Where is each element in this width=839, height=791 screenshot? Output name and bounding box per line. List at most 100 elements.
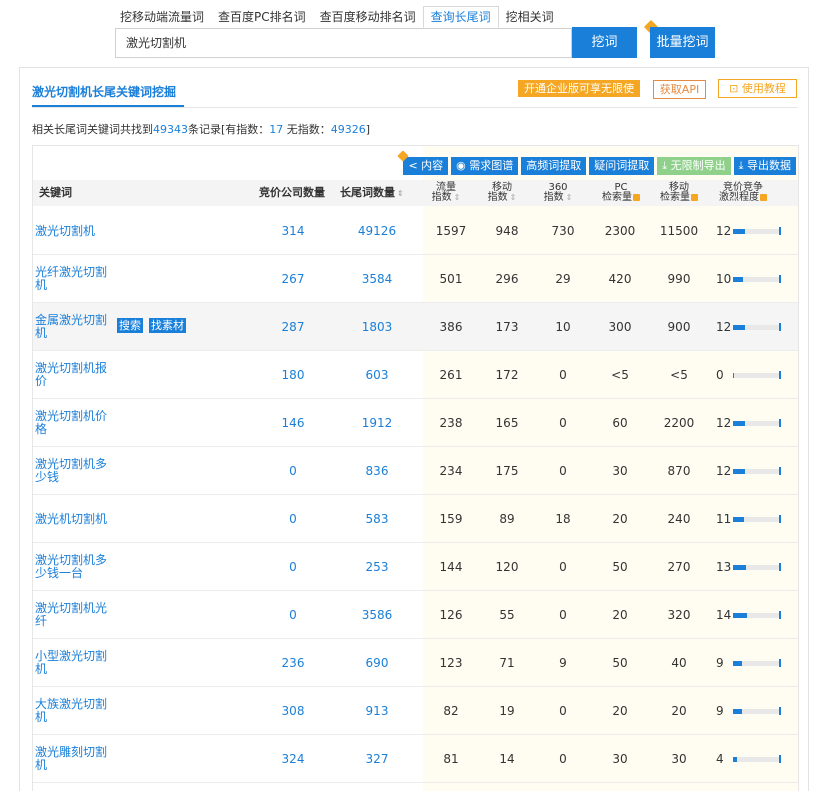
longtail-count[interactable]: 49126 (355, 207, 399, 255)
competition-bar (733, 709, 781, 714)
bid-count[interactable]: 0 (273, 447, 313, 495)
tab-baidu-pc-rank[interactable]: 查百度PC排名词 (211, 6, 313, 28)
keyword-link[interactable]: 激光切割机报价 (35, 351, 113, 399)
longtail-count[interactable]: 253 (355, 543, 399, 591)
col-longtail[interactable]: 长尾词数量 ⇕ (340, 180, 404, 206)
keyword-link[interactable]: 小型激光切割机 (35, 639, 113, 687)
table-row: 激光雕刻切割机 324 327 81 14 0 30 30 4 (33, 735, 798, 783)
keyword-link[interactable]: 大族激光切割机 (35, 687, 113, 735)
bid-count[interactable]: 146 (273, 399, 313, 447)
competition-bar-end (779, 707, 781, 715)
question-button[interactable]: 疑问词提取 (589, 157, 655, 175)
longtail-count[interactable]: 836 (355, 447, 399, 495)
competition-bar-end (779, 323, 781, 331)
col-mobile-index[interactable]: 移动 指数 ⇕ (487, 180, 517, 206)
bid-count[interactable]: 267 (273, 255, 313, 303)
360-index: 9 (559, 656, 567, 670)
dig-button[interactable]: 挖词 (572, 27, 637, 58)
keyword-link[interactable]: 光纤激光切割机 (35, 255, 113, 303)
competition-bar-end (779, 419, 781, 427)
mobile-index: 172 (495, 368, 519, 382)
longtail-count[interactable]: 1912 (355, 399, 399, 447)
enterprise-promo-badge[interactable]: 开通企业版可享无限使 (518, 80, 640, 97)
highfreq-button[interactable]: 高频词提取 (521, 157, 587, 175)
help-icon[interactable] (760, 193, 767, 201)
content-button[interactable]: < 内容 (397, 150, 449, 175)
longtail-count[interactable]: 3586 (355, 591, 399, 639)
competition-value: 9 (716, 656, 724, 670)
keyword-link[interactable]: 激光切割机多少钱一台 (35, 543, 113, 591)
competition-bar-fill (733, 613, 747, 618)
mobile-volume: 40 (671, 656, 687, 670)
table-row: 激光机切割机 0 583 159 89 18 20 240 11 (33, 495, 798, 543)
col-traffic-index[interactable]: 流量 指数 ⇕ (431, 180, 461, 206)
col-pc-volume[interactable]: PC 检索量 (599, 180, 643, 206)
keyword-link[interactable]: 金属激光切割机 (35, 303, 113, 351)
col-competition[interactable]: 竞价竞争 激烈程度 (715, 180, 771, 206)
bid-count[interactable]: 308 (273, 687, 313, 735)
summary-with-index: 17 (269, 123, 284, 136)
longtail-count[interactable]: 603 (355, 351, 399, 399)
competition-value: 12 (716, 320, 732, 334)
col-mobile-volume[interactable]: 移动 检索量 (655, 180, 703, 206)
col-keyword: 关键词 (39, 186, 72, 199)
competition-value: 9 (716, 704, 724, 718)
keyword-link[interactable]: 激光切割机光纤 (35, 591, 113, 639)
competition-bar-fill (733, 325, 745, 330)
mobile-volume: 990 (667, 272, 691, 286)
col-360-index[interactable]: 360 指数 ⇕ (543, 180, 573, 206)
col-comp-label-2: 激烈程度 (719, 192, 759, 203)
pc-volume: <5 (611, 368, 629, 382)
tab-mobile-traffic[interactable]: 挖移动端流量词 (113, 6, 211, 28)
tab-related-words[interactable]: 挖相关词 (499, 6, 561, 28)
bid-count[interactable]: 0 (273, 543, 313, 591)
search-input[interactable]: 激光切割机 (115, 28, 572, 58)
demand-graph-button[interactable]: ◉ 需求图谱 (451, 157, 519, 175)
competition-bar-fill (733, 469, 745, 474)
bid-count[interactable]: 287 (273, 303, 313, 351)
longtail-count[interactable]: 3584 (355, 255, 399, 303)
tab-longtail[interactable]: 查询长尾词 (422, 6, 499, 28)
help-icon[interactable] (691, 193, 698, 201)
sort-icon: ⇕ (509, 193, 517, 202)
keyword-link[interactable]: 激光切割机多少钱 (35, 447, 113, 495)
mobile-index: 173 (495, 320, 519, 334)
longtail-count[interactable]: 1803 (355, 303, 399, 351)
export-button[interactable]: ⤓ 导出数据 (733, 157, 796, 175)
competition-bar (733, 565, 781, 570)
competition-value: 4 (716, 752, 724, 766)
bid-count[interactable]: 0 (273, 495, 313, 543)
longtail-count[interactable]: 327 (355, 735, 399, 783)
bid-count[interactable]: 0 (273, 591, 313, 639)
longtail-count[interactable]: 583 (355, 495, 399, 543)
batch-dig-button[interactable]: 批量挖词 (650, 27, 715, 58)
bid-count[interactable]: 236 (273, 639, 313, 687)
longtail-count[interactable]: 913 (355, 687, 399, 735)
mobile-volume: 30 (671, 752, 687, 766)
help-icon[interactable] (633, 193, 640, 201)
keyword-link[interactable]: 激光切割机 (35, 207, 113, 255)
eye-icon: ◉ (456, 159, 470, 172)
get-api-button[interactable]: 获取API (653, 80, 706, 99)
keyword-link[interactable]: 激光机切割机 (35, 495, 113, 543)
longtail-count[interactable]: 690 (355, 639, 399, 687)
competition-bar-end (779, 275, 781, 283)
tutorial-icon: ⊡ (729, 82, 742, 95)
row-find-material-button[interactable]: 找素材 (149, 318, 186, 333)
row-search-button[interactable]: 搜索 (117, 318, 143, 333)
bid-count[interactable]: 314 (273, 207, 313, 255)
keyword-link[interactable]: 激光雕刻切割机 (35, 735, 113, 783)
360-index: 18 (555, 512, 571, 526)
360-index: 0 (559, 464, 567, 478)
competition-value: 14 (716, 608, 732, 622)
bid-count[interactable]: 324 (273, 735, 313, 783)
unlimited-export-button[interactable]: ⤓ 无限制导出 (657, 157, 731, 175)
keyword-link[interactable]: 激光切割机价格 (35, 399, 113, 447)
mobile-volume: 320 (667, 608, 691, 622)
mobile-index: 14 (499, 752, 515, 766)
col-bid-companies[interactable]: 竞价公司数量 (259, 180, 325, 206)
bid-count[interactable]: 180 (273, 351, 313, 399)
mobile-volume: 20 (671, 704, 687, 718)
tutorial-button[interactable]: ⊡ 使用教程 (718, 79, 797, 98)
tab-baidu-mobile-rank[interactable]: 查百度移动排名词 (313, 6, 423, 28)
